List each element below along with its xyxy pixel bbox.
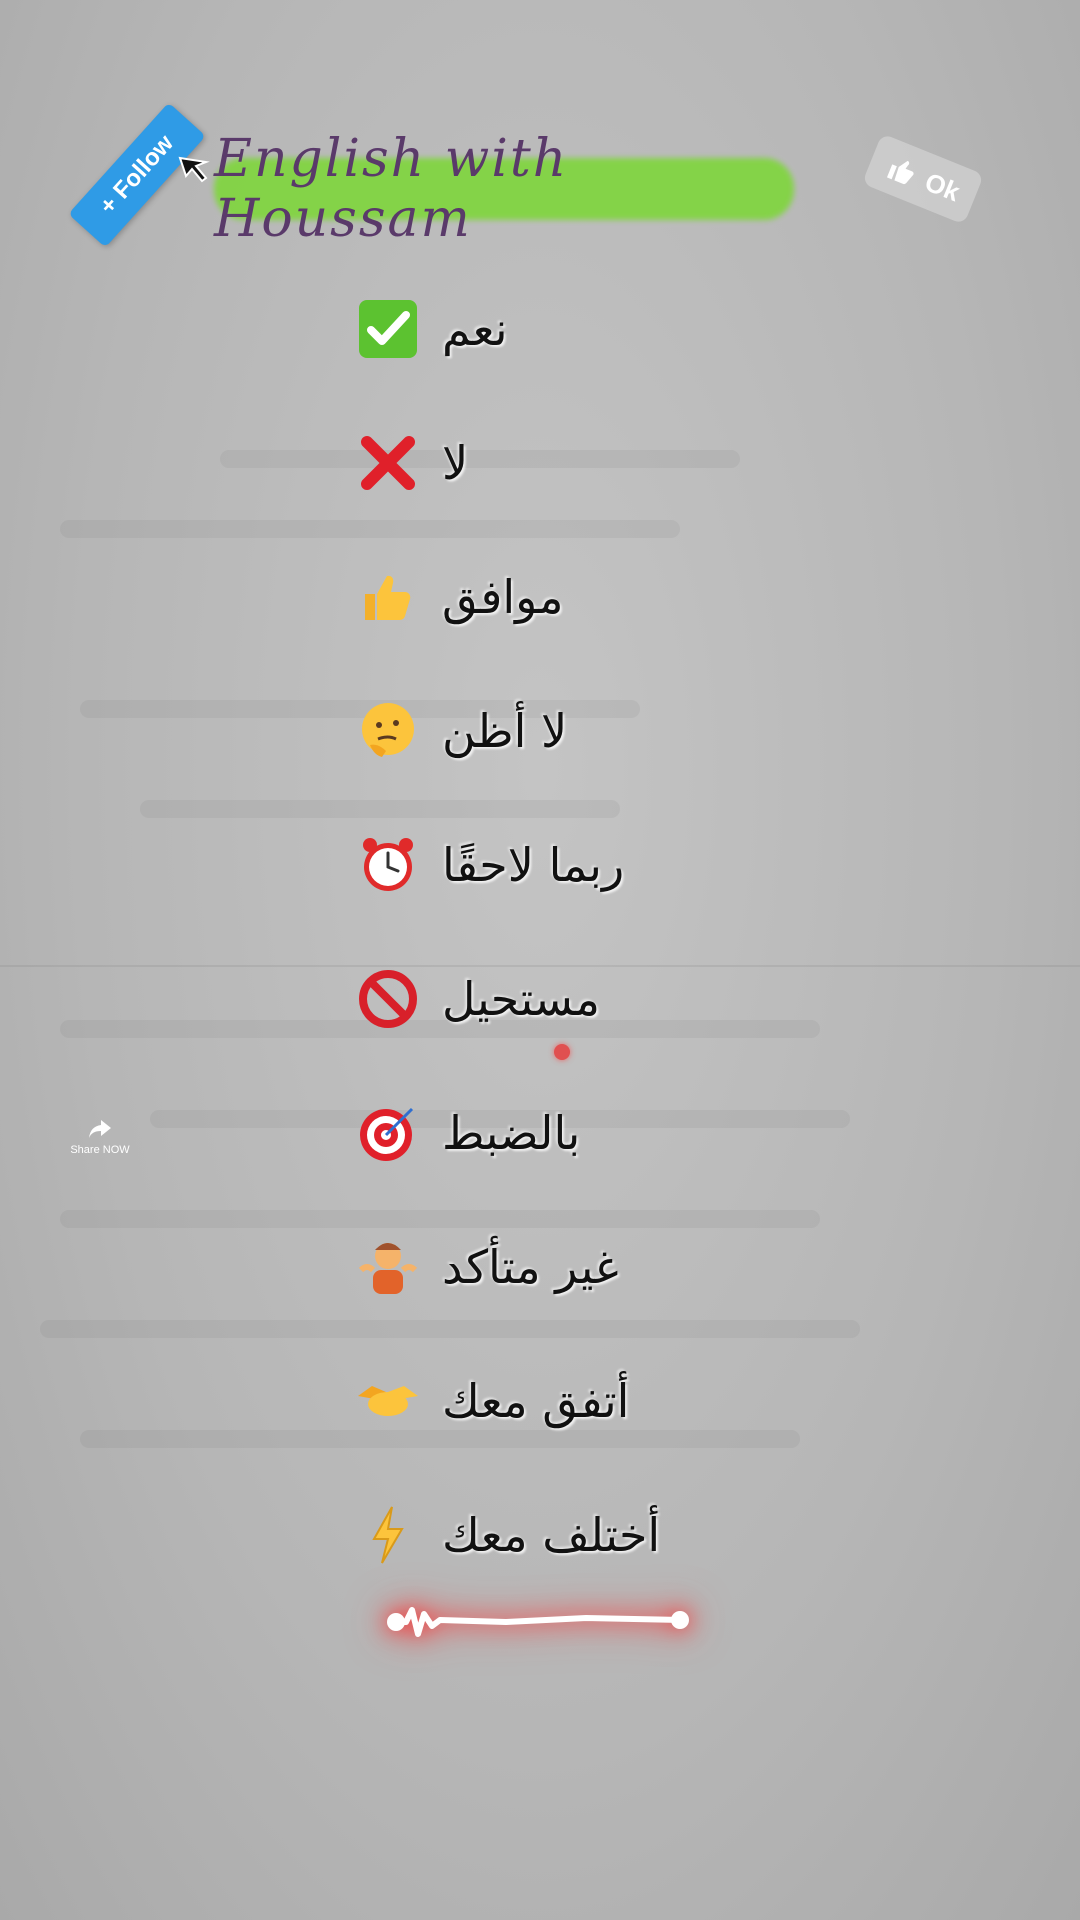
- title-text: English with Houssam: [214, 129, 569, 249]
- cross-mark-icon: [356, 431, 420, 495]
- phrase-item: بالضبط: [356, 1066, 916, 1200]
- phrase-item: لا أظن: [356, 664, 916, 798]
- phrase-text: نعم: [442, 302, 508, 356]
- share-button[interactable]: Share NOW: [70, 1118, 130, 1178]
- phrase-text: بالضبط: [442, 1106, 581, 1160]
- phrase-text: غير متأكد: [442, 1240, 619, 1294]
- prohibited-icon: [356, 967, 420, 1031]
- phrase-item: ربما لاحقًا: [356, 798, 916, 932]
- handshake-icon: [356, 1369, 420, 1433]
- thinking-face-icon: [356, 699, 420, 763]
- phrase-text: لا أظن: [442, 704, 568, 758]
- phrase-item: موافق: [356, 530, 916, 664]
- cursor-arrow-icon: [178, 156, 210, 183]
- phrase-text: أختلف معك: [442, 1508, 661, 1562]
- thumbs-up-icon: [886, 160, 914, 184]
- phrase-item: أختلف معك: [356, 1468, 916, 1602]
- heart-dot-icon: [554, 1044, 570, 1060]
- share-arrow-icon: [89, 1120, 111, 1138]
- ok-label: Ok: [920, 165, 965, 207]
- phrase-text: أتفق معك: [442, 1374, 630, 1428]
- thumbs-up-emoji-icon: [356, 565, 420, 629]
- phrase-item: أتفق معك: [356, 1334, 916, 1468]
- alarm-clock-icon: [356, 833, 420, 897]
- check-mark-icon: [356, 297, 420, 361]
- bullseye-icon: [356, 1101, 420, 1165]
- channel-title: English with Houssam: [214, 129, 794, 249]
- audio-waveform-icon: [387, 1607, 689, 1637]
- phrase-list: نعم لا موافق لا أظن ربما لاحقًا مستحيل ب…: [356, 262, 916, 1602]
- phrase-text: موافق: [442, 570, 564, 624]
- shrug-icon: [356, 1235, 420, 1299]
- phrase-item: غير متأكد: [356, 1200, 916, 1334]
- phrase-text: مستحيل: [442, 972, 600, 1026]
- phrase-item: لا: [356, 396, 916, 530]
- phrase-item: نعم: [356, 262, 916, 396]
- share-label: Share NOW: [70, 1144, 130, 1156]
- follow-button-label: + Follow: [94, 129, 179, 220]
- phrase-text: لا: [442, 436, 469, 490]
- phrase-text: ربما لاحقًا: [442, 838, 625, 892]
- lightning-icon: [356, 1503, 420, 1567]
- ok-badge[interactable]: Ok: [861, 133, 985, 225]
- phrase-item: مستحيل: [356, 932, 916, 1066]
